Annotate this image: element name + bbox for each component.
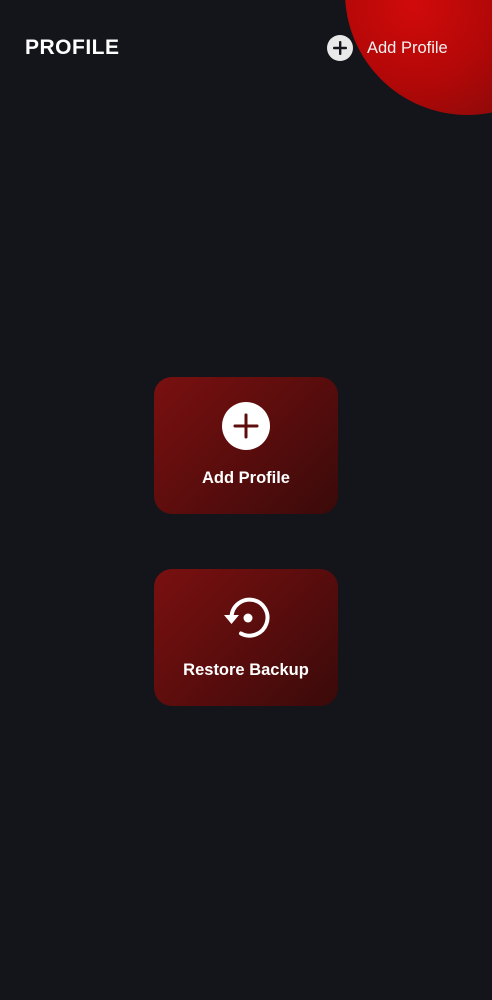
header-add-profile-label: Add Profile: [367, 38, 448, 57]
add-profile-card-label: Add Profile: [201, 469, 290, 487]
profile-screen: PROFILE Add Profile Add Profile Restore …: [0, 0, 492, 1000]
page-title: PROFILE: [25, 36, 120, 59]
add-profile-card[interactable]: Add Profile: [154, 377, 338, 514]
header-add-profile-button[interactable]: Add Profile: [327, 34, 448, 62]
plus-circle-icon: [327, 35, 353, 61]
restore-backup-card[interactable]: Restore Backup: [154, 569, 338, 706]
restore-backup-card-label: Restore Backup: [183, 661, 309, 679]
restore-icon: [221, 593, 271, 643]
plus-circle-icon: [221, 401, 271, 451]
